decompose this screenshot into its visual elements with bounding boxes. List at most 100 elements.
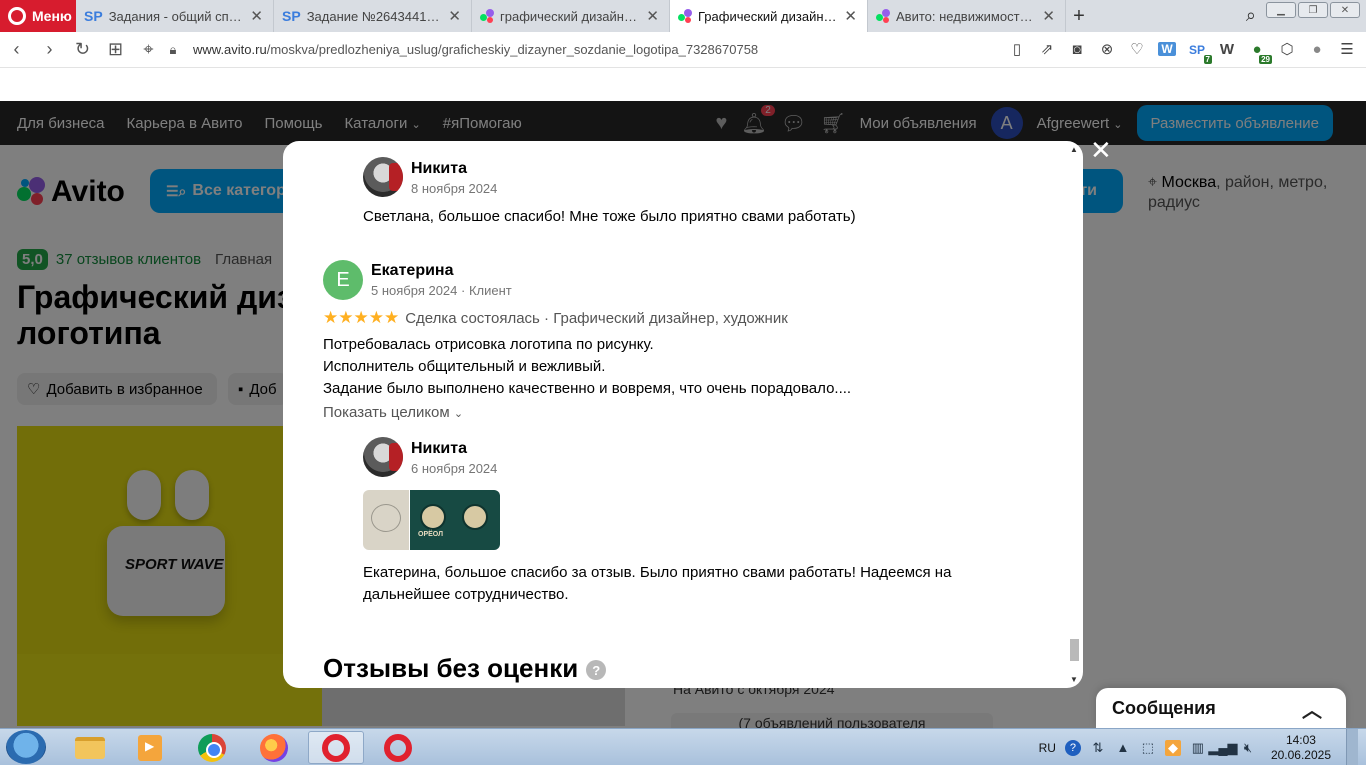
- taskbar-firefox[interactable]: [246, 731, 302, 764]
- opera-icon: [322, 733, 350, 762]
- review-rating-row: ★★★★★ Сделка состоялась · Графический ди…: [323, 308, 788, 328]
- close-icon[interactable]: ✕: [844, 7, 857, 25]
- reply-text: Екатерина, большое спасибо за отзыв. Был…: [363, 562, 951, 606]
- help-icon[interactable]: ?: [1064, 739, 1081, 756]
- review-text: Потребовалась отрисовка логотипа по рису…: [323, 334, 851, 400]
- adblock-icon[interactable]: ⊗: [1098, 40, 1116, 58]
- tabs-grid-icon[interactable]: ⊞: [99, 39, 132, 60]
- sp-extension-badge: 7: [1203, 54, 1212, 64]
- scroll-thumb[interactable]: [1070, 639, 1079, 661]
- browser-tab-active[interactable]: Графический дизайнер, со ✕: [670, 0, 868, 32]
- close-icon[interactable]: ✕: [250, 7, 263, 25]
- messages-panel[interactable]: Сообщения ︿: [1096, 688, 1346, 728]
- messages-panel-title: Сообщения: [1112, 697, 1216, 718]
- new-tab-button[interactable]: +: [1066, 0, 1092, 32]
- show-hidden-icons-icon[interactable]: ▲: [1115, 740, 1131, 756]
- system-tray: RU ? ⇅ ▲ ⬚ ◆ ▥ ▂▄▆ 🔇︎ 14:03 20.06.2025: [1039, 729, 1366, 765]
- scroll-up-arrow-icon[interactable]: ▲: [1068, 145, 1080, 154]
- folder-icon: [75, 736, 105, 759]
- location-pin-icon[interactable]: ⌖: [132, 39, 165, 60]
- network-icon[interactable]: ⇅: [1090, 740, 1106, 756]
- taskbar-media-player[interactable]: [122, 731, 178, 764]
- browser-tab[interactable]: графический дизайнер - Г ✕: [472, 0, 670, 32]
- modal-close-button[interactable]: ✕: [1090, 137, 1112, 163]
- show-desktop-button[interactable]: [1346, 729, 1358, 765]
- close-window-button[interactable]: ✕: [1330, 2, 1360, 18]
- review-meta: 5 ноября 2024 · Клиент: [371, 283, 512, 298]
- lock-icon[interactable]: 🔒︎: [165, 42, 181, 58]
- reply-photo-sketch[interactable]: [363, 490, 409, 550]
- reply-text: Светлана, большое спасибо! Мне тоже было…: [363, 208, 856, 225]
- avito-icon: [480, 9, 494, 23]
- clock[interactable]: 14:03 20.06.2025: [1271, 733, 1331, 763]
- reader-mode-icon[interactable]: ▯: [1008, 40, 1026, 58]
- reply-photo-logo[interactable]: ОРЁОЛ: [410, 490, 500, 550]
- green-extension-icon[interactable]: ● 29: [1248, 41, 1272, 64]
- show-all-label: Показать целиком: [323, 404, 450, 421]
- taskbar-explorer[interactable]: [62, 731, 118, 764]
- start-button[interactable]: [6, 730, 46, 764]
- close-icon[interactable]: ✕: [1042, 7, 1055, 25]
- cube-icon[interactable]: ⬡: [1278, 40, 1296, 58]
- tab-search-icon[interactable]: ⌕: [1246, 5, 1256, 26]
- language-indicator[interactable]: RU: [1039, 741, 1056, 755]
- back-icon[interactable]: ‹: [0, 39, 33, 60]
- reply-date: 8 ноября 2024: [411, 181, 498, 196]
- share-icon[interactable]: ⇗: [1038, 40, 1056, 58]
- url-host: www.avito.ru: [193, 42, 267, 57]
- review-text-line: Исполнитель общительный и вежливый.: [323, 358, 606, 375]
- heart-icon[interactable]: ♡: [1128, 40, 1146, 58]
- url-field[interactable]: www.avito.ru/moskva/predlozheniya_uslug/…: [193, 42, 758, 57]
- sp-extension-label: SP: [1188, 42, 1205, 57]
- taskbar-opera[interactable]: [370, 731, 426, 764]
- opera-icon: [384, 733, 412, 762]
- sp-extension-icon[interactable]: SP 7: [1188, 41, 1212, 64]
- reply-text-line: дальнейшее сотрудничество.: [363, 586, 569, 603]
- tab-title: Графический дизайнер, со: [698, 8, 839, 24]
- help-icon[interactable]: ?: [586, 660, 607, 681]
- chevron-up-icon[interactable]: ︿: [1302, 694, 1322, 723]
- logo-caption: ОРЁОЛ: [418, 531, 443, 538]
- tab-title: Авито: недвижимость, тра: [896, 8, 1036, 24]
- profile-icon[interactable]: ●: [1308, 41, 1326, 58]
- browser-tab[interactable]: Авито: недвижимость, тра ✕: [868, 0, 1066, 32]
- taskbar-chrome[interactable]: [184, 731, 240, 764]
- forward-icon[interactable]: ›: [33, 39, 66, 60]
- chevron-down-icon: ⌄: [453, 408, 464, 420]
- browser-tab[interactable]: SP Задания - общий список з ✕: [76, 0, 274, 32]
- modal-scrollbar[interactable]: ▲ ▼: [1068, 145, 1080, 684]
- wiki-icon[interactable]: W: [1218, 41, 1236, 58]
- scroll-down-arrow-icon[interactable]: ▼: [1068, 675, 1080, 684]
- reply-author: Никита: [411, 440, 467, 457]
- green-extension-badge: 29: [1259, 54, 1272, 64]
- security-shield-icon[interactable]: ◆: [1164, 739, 1181, 756]
- reload-icon[interactable]: ↻: [66, 39, 99, 60]
- tab-title: Задания - общий список з: [108, 8, 245, 24]
- seller-avatar: [363, 437, 403, 477]
- media-player-icon: [138, 734, 162, 761]
- volume-muted-icon[interactable]: 🔇︎: [1240, 740, 1256, 756]
- url-path: /moskva/predlozheniya_uslug/graficheskiy…: [266, 42, 759, 57]
- firefox-icon: [260, 733, 288, 762]
- camera-icon[interactable]: ◙: [1068, 41, 1086, 58]
- show-all-button[interactable]: Показать целиком ⌄: [323, 404, 463, 421]
- minimize-button[interactable]: ▁: [1266, 2, 1296, 18]
- taskbar-opera-active[interactable]: [308, 731, 364, 764]
- reply-text-line: Екатерина, большое спасибо за отзыв. Был…: [363, 564, 952, 581]
- avito-icon: [678, 9, 692, 23]
- review-text-line: Потребовалась отрисовка логотипа по рису…: [323, 336, 654, 353]
- opera-menu-button[interactable]: Меню: [0, 0, 76, 32]
- usb-device-icon[interactable]: ▥: [1190, 740, 1206, 756]
- review-text-line: Задание было выполнено качественно и вов…: [323, 380, 852, 397]
- close-icon[interactable]: ✕: [646, 7, 659, 25]
- chrome-icon: [198, 733, 226, 762]
- w-extension-icon[interactable]: W: [1158, 42, 1176, 56]
- sp-icon: SP: [84, 8, 103, 24]
- signal-strength-icon[interactable]: ▂▄▆: [1208, 740, 1237, 756]
- maximize-button[interactable]: ❐: [1298, 2, 1328, 18]
- easy-setup-icon[interactable]: ☰: [1338, 40, 1356, 58]
- capture-icon[interactable]: ⬚: [1140, 740, 1156, 756]
- close-icon[interactable]: ✕: [448, 7, 461, 25]
- browser-tab[interactable]: SP Задание №2643441 - прос ✕: [274, 0, 472, 32]
- browser-tab-bar: Меню SP Задания - общий список з ✕ SP За…: [0, 0, 1366, 32]
